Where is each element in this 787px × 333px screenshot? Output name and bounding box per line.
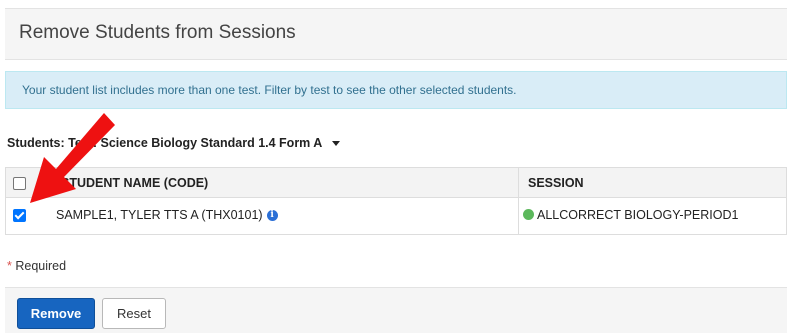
page-title: Remove Students from Sessions — [19, 22, 296, 43]
student-name-cell: SAMPLE1, TYLER TTS A (THX0101) i — [56, 208, 278, 222]
alert-text: Your student list includes more than one… — [22, 83, 517, 97]
required-note: * Required — [7, 259, 66, 273]
students-table: STUDENT NAME (CODE) SESSION SAMPLE1, TYL… — [5, 167, 787, 235]
remove-button[interactable]: Remove — [17, 298, 95, 329]
reset-button[interactable]: Reset — [102, 298, 166, 329]
test-filter-dropdown[interactable]: Students: Test: Science Biology Standard… — [7, 136, 341, 150]
select-all-checkbox[interactable] — [13, 177, 26, 190]
table-header: STUDENT NAME (CODE) SESSION — [6, 168, 786, 198]
table-row: SAMPLE1, TYLER TTS A (THX0101) i ALLCORRE… — [6, 198, 786, 234]
page-header: Remove Students from Sessions — [5, 8, 787, 60]
info-icon[interactable]: i — [266, 210, 278, 222]
form-actions: Remove Reset — [5, 287, 787, 333]
column-header-student-name[interactable]: STUDENT NAME (CODE) — [61, 176, 208, 190]
session-cell: ALLCORRECT BIOLOGY-PERIOD1 — [523, 208, 738, 222]
filter-label: Students: Test: Science Biology Standard… — [7, 136, 323, 150]
required-star: * — [7, 259, 12, 273]
info-alert: Your student list includes more than one… — [5, 71, 787, 109]
status-dot-icon — [523, 209, 534, 220]
column-header-session[interactable]: SESSION — [528, 176, 584, 190]
session-name: ALLCORRECT BIOLOGY-PERIOD1 — [537, 208, 739, 222]
student-name: SAMPLE1, TYLER TTS A (THX0101) — [56, 208, 263, 222]
caret-down-icon — [332, 141, 341, 147]
required-text: Required — [15, 259, 67, 273]
row-checkbox[interactable] — [13, 209, 26, 222]
